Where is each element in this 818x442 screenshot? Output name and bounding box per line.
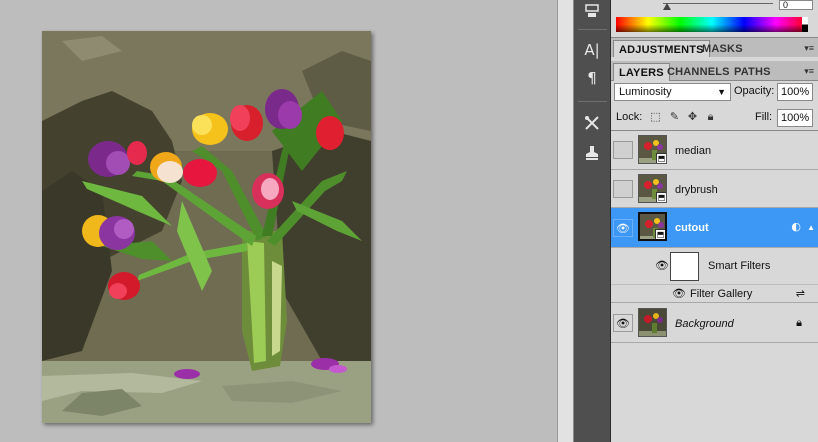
- smart-filter-badge-icon: ◐: [791, 220, 801, 233]
- lock-all-icon[interactable]: 🔒︎: [704, 110, 717, 123]
- blend-mode-value: Luminosity: [619, 86, 672, 98]
- tools-cross-icon: [585, 116, 599, 130]
- panel-menu-icon[interactable]: ▾≡: [804, 43, 814, 54]
- tulip-artwork: [42, 31, 371, 423]
- blend-mode-select[interactable]: Luminosity ▼: [614, 83, 731, 101]
- scroll-up-icon[interactable]: ▲: [807, 223, 815, 232]
- panel-divider[interactable]: [557, 0, 574, 442]
- black-white-swatch[interactable]: [802, 17, 808, 32]
- layer-name[interactable]: median: [675, 145, 711, 157]
- brush-presets-icon[interactable]: [581, 112, 603, 134]
- smart-object-icon: ⬒: [656, 192, 666, 202]
- visibility-toggle[interactable]: [613, 141, 633, 159]
- tab-masks[interactable]: MASKS: [697, 40, 748, 58]
- lock-icon: 🔒︎: [796, 316, 802, 329]
- layer-thumbnail: ⬒: [638, 135, 667, 164]
- layers-tab-bar: LAYERS CHANNELS PATHS ▾≡: [611, 61, 818, 81]
- stamp-tool-icon[interactable]: [581, 142, 603, 164]
- opacity-field[interactable]: 100%: [777, 83, 813, 101]
- smart-object-icon: ⬒: [656, 153, 666, 163]
- panel-icon-strip: A| ¶: [574, 0, 611, 442]
- eye-icon[interactable]: 👁︎: [672, 287, 686, 300]
- canvas-area[interactable]: [0, 0, 557, 442]
- clone-source-icon-glyph: [585, 4, 599, 17]
- eye-icon[interactable]: 👁︎: [613, 219, 633, 237]
- chevron-down-icon: ▼: [717, 87, 726, 97]
- color-panel: 0: [611, 0, 818, 38]
- layer-thumbnail: [638, 308, 667, 337]
- lock-brush-icon[interactable]: ✎: [668, 110, 681, 123]
- eye-icon[interactable]: 👁︎: [655, 259, 669, 272]
- layer-name[interactable]: Background: [675, 318, 734, 330]
- layer-name[interactable]: drybrush: [675, 184, 718, 196]
- smart-filters-label: Smart Filters: [708, 260, 771, 272]
- layer-row-cutout[interactable]: 👁︎ ⬒ cutout ◐ ▲: [611, 208, 818, 248]
- tab-channels[interactable]: CHANNELS: [662, 63, 735, 81]
- tool-separator: [578, 29, 607, 30]
- layer-list: ⬒ median ⬒ drybrush 👁︎ ⬒ cutout ◐ ▲ 👁︎ S…: [611, 131, 818, 442]
- stamp-glyph: [586, 146, 598, 160]
- filter-gallery-label: Filter Gallery: [690, 288, 753, 300]
- paragraph-glyph: ¶: [587, 69, 597, 87]
- color-slider-track[interactable]: [663, 3, 773, 4]
- layer-thumbnail: ⬒: [638, 174, 667, 203]
- filter-gallery-row[interactable]: 👁︎ Filter Gallery ⇌: [611, 285, 818, 303]
- layer-row-drybrush[interactable]: ⬒ drybrush: [611, 170, 818, 208]
- character-glyph: A|: [584, 41, 600, 59]
- eye-icon[interactable]: 👁︎: [613, 314, 633, 332]
- visibility-toggle[interactable]: [613, 180, 633, 198]
- tab-adjustments[interactable]: ADJUSTMENTS: [613, 40, 710, 58]
- smart-filters-row[interactable]: 👁︎ Smart Filters: [611, 248, 818, 285]
- fill-field[interactable]: 100%: [777, 109, 813, 127]
- thumbnail-image: [639, 309, 666, 336]
- smart-filter-mask-thumbnail[interactable]: [670, 252, 699, 281]
- document-image[interactable]: [42, 31, 371, 423]
- clone-source-icon[interactable]: [581, 0, 603, 22]
- opacity-label: Opacity:: [734, 85, 775, 97]
- tab-paths[interactable]: PATHS: [729, 63, 776, 81]
- character-panel-icon[interactable]: A|: [581, 39, 603, 61]
- layer-thumbnail: ⬒: [638, 212, 667, 241]
- color-slider-thumb[interactable]: [663, 3, 671, 10]
- smart-object-icon: ⬒: [655, 229, 665, 239]
- lock-position-icon[interactable]: ✥: [686, 110, 699, 123]
- adjustments-tab-bar: ADJUSTMENTS MASKS ▾≡: [611, 38, 818, 58]
- panel-menu-icon[interactable]: ▾≡: [804, 66, 814, 77]
- fill-label: Fill:: [755, 111, 773, 123]
- paragraph-icon[interactable]: ¶: [581, 67, 603, 89]
- layers-controls: Luminosity ▼ Opacity: 100% Lock: ⬚ ✎ ✥ 🔒…: [611, 81, 818, 131]
- layer-row-median[interactable]: ⬒ median: [611, 131, 818, 170]
- lock-transparency-icon[interactable]: ⬚: [649, 110, 662, 123]
- tool-separator: [578, 101, 607, 102]
- color-value-field[interactable]: 0: [779, 0, 813, 10]
- layer-name[interactable]: cutout: [675, 222, 709, 234]
- blending-options-icon[interactable]: ⇌: [796, 287, 805, 300]
- color-spectrum[interactable]: [616, 17, 808, 32]
- lock-label: Lock:: [616, 111, 643, 123]
- layer-row-background[interactable]: 👁︎ Background 🔒︎: [611, 303, 818, 343]
- panels-dock: 0 ADJUSTMENTS MASKS ▾≡ LAYERS CHANNELS P…: [611, 0, 818, 442]
